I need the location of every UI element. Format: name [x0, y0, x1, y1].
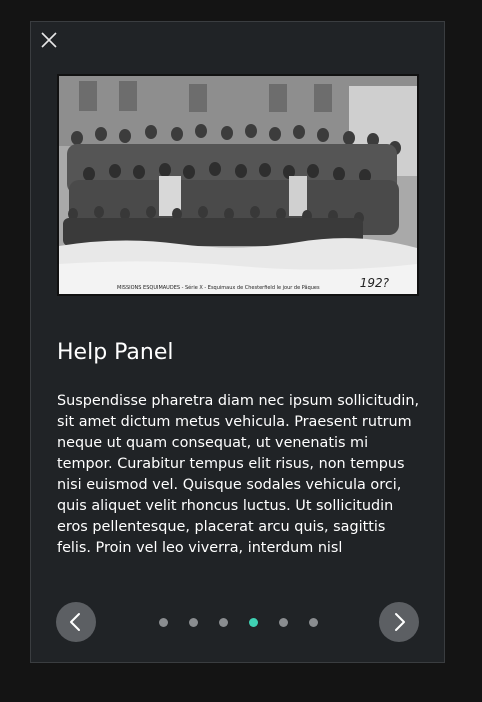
pagination-dot-2[interactable] — [189, 618, 198, 627]
panel-title: Help Panel — [57, 340, 174, 365]
panel-image: MISSIONS ESQUIMAUDES - Série X - Esquima… — [57, 74, 419, 296]
chevron-left-icon — [70, 613, 80, 631]
chevron-right-icon — [395, 613, 405, 631]
help-panel: MISSIONS ESQUIMAUDES - Série X - Esquima… — [30, 21, 445, 663]
pagination-dot-1[interactable] — [159, 618, 168, 627]
previous-button[interactable] — [56, 602, 96, 642]
pagination-dot-5[interactable] — [279, 618, 288, 627]
image-number: 192? — [359, 276, 389, 290]
next-button[interactable] — [379, 602, 419, 642]
pagination-dot-6[interactable] — [309, 618, 318, 627]
pagination-dot-4[interactable] — [249, 618, 258, 627]
close-icon — [41, 32, 57, 48]
pagination-dot-3[interactable] — [219, 618, 228, 627]
close-button[interactable] — [40, 31, 58, 49]
image-caption: MISSIONS ESQUIMAUDES - Série X - Esquima… — [117, 285, 320, 291]
panel-body-text: Suspendisse pharetra diam nec ipsum soll… — [57, 393, 420, 556]
